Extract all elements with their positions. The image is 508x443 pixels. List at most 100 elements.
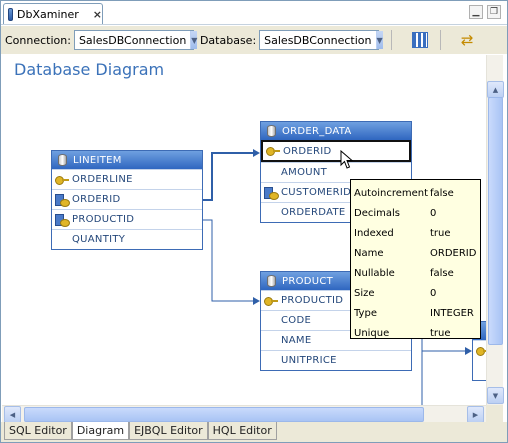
- horizontal-scrollbar[interactable]: ◀ ▶: [2, 405, 486, 423]
- view-tab-title: DbXaminer: [17, 7, 79, 21]
- tooltip-key: Nullable: [354, 267, 395, 279]
- database-select-value: SalesDBConnection: [264, 33, 372, 47]
- foreign-key-icon: [264, 186, 279, 200]
- restore-button[interactable]: ❐: [487, 5, 501, 19]
- field-label: CUSTOMERID: [281, 187, 352, 198]
- field-row[interactable]: QUANTITY: [52, 229, 202, 249]
- field-label: PRODUCTID: [281, 295, 344, 306]
- primary-key-icon: [55, 175, 69, 185]
- field-label: ORDERLINE: [72, 174, 133, 185]
- chevron-down-icon[interactable]: ▼: [190, 31, 198, 49]
- scroll-up-icon[interactable]: ▲: [487, 81, 504, 98]
- table-icon: [58, 154, 67, 166]
- field-properties-tooltip: Autoincrement false Decimals 0 Indexed true…: [350, 179, 481, 339]
- tab-ejbql-editor[interactable]: EJBQL Editor: [129, 422, 208, 440]
- tooltip-row: Name ORDERID: [354, 243, 480, 263]
- entity-name: ORDER_DATA: [282, 125, 352, 137]
- tooltip-value: INTEGER: [430, 307, 474, 319]
- table-icon: [267, 275, 276, 287]
- database-select[interactable]: SalesDBConnection ▼: [259, 30, 383, 50]
- tooltip-value: true: [430, 327, 451, 339]
- connection-select-value: SalesDBConnection: [78, 33, 187, 47]
- chevron-down-icon[interactable]: ▼: [375, 31, 383, 49]
- tooltip-value: 0: [430, 287, 437, 299]
- diagram-canvas[interactable]: Database Diagram LINEITEM ORDERLINE ORDE…: [2, 55, 486, 405]
- window-controls: ▁ ❐: [469, 5, 501, 19]
- field-label: QUANTITY: [72, 234, 126, 245]
- field-row[interactable]: UNITPRICE: [261, 350, 411, 370]
- arrowhead-icon: [253, 149, 260, 157]
- tab-sql-editor[interactable]: SQL Editor: [4, 422, 72, 440]
- entity-header: LINEITEM: [52, 151, 202, 169]
- tooltip-key: Unique: [354, 327, 390, 339]
- swap-arrows-icon[interactable]: ⇄: [459, 32, 475, 48]
- database-label: Database:: [199, 33, 257, 47]
- dbxaminer-app-icon: [8, 7, 14, 21]
- tooltip-value: true: [430, 227, 451, 239]
- tooltip-key: Indexed: [354, 227, 394, 239]
- entity-name: LINEITEM: [73, 154, 122, 166]
- primary-key-icon: [476, 346, 486, 356]
- scroll-right-icon[interactable]: ▶: [467, 406, 484, 423]
- scroll-left-icon[interactable]: ◀: [4, 406, 21, 423]
- tooltip-row: Autoincrement false: [354, 183, 480, 203]
- tooltip-row: Unique true: [354, 323, 480, 343]
- field-row[interactable]: PRODUCTID: [52, 209, 202, 229]
- scrollbar-corner: [486, 405, 503, 422]
- entity-name: PRODUCT: [282, 275, 334, 287]
- scroll-down-icon[interactable]: ▼: [487, 387, 504, 404]
- foreign-key-icon: [55, 213, 70, 227]
- vertical-scroll-thumb[interactable]: [488, 97, 503, 345]
- tab-hql-editor[interactable]: HQL Editor: [207, 422, 277, 440]
- field-row[interactable]: [473, 340, 486, 360]
- field-row[interactable]: ORDERLINE: [52, 169, 202, 189]
- minimize-button[interactable]: ▁: [469, 5, 483, 19]
- field-label: AMOUNT: [281, 167, 328, 178]
- relationship-line-orderid: [203, 152, 256, 201]
- arrowhead-icon: [465, 347, 472, 355]
- field-label: NAME: [281, 335, 312, 346]
- toolbar-separator: [440, 30, 442, 50]
- table-icon: [267, 125, 276, 137]
- field-label: ORDERID: [283, 145, 332, 157]
- tooltip-row: Nullable false: [354, 263, 480, 283]
- field-row-selected[interactable]: ORDERID: [261, 140, 411, 162]
- title-bar: DbXaminer × ▁ ❐: [1, 1, 507, 25]
- tooltip-row: Indexed true: [354, 223, 480, 243]
- horizontal-scroll-thumb[interactable]: [24, 407, 424, 422]
- tooltip-key: Type: [354, 307, 377, 319]
- toolbar: Connection: SalesDBConnection ▼ Database…: [1, 26, 507, 54]
- entity-header: ORDER_DATA: [261, 122, 411, 140]
- view-tab-dbxaminer[interactable]: DbXaminer ×: [3, 3, 103, 24]
- mouse-cursor-icon: [340, 150, 354, 169]
- tooltip-row: Size 0: [354, 283, 480, 303]
- entity-lineitem[interactable]: LINEITEM ORDERLINE ORDERID PRODUCTID QUA…: [51, 150, 203, 250]
- field-label: ORDERDATE: [281, 207, 346, 218]
- tooltip-value: false: [430, 267, 454, 279]
- tooltip-key: Size: [354, 287, 375, 299]
- close-icon[interactable]: ×: [93, 8, 102, 21]
- editor-tabs: SQL Editor Diagram EJBQL Editor HQL Edit…: [1, 422, 507, 442]
- field-row[interactable]: ORDERID: [52, 189, 202, 209]
- primary-key-icon: [266, 147, 280, 156]
- grid-layout-icon[interactable]: [412, 32, 429, 48]
- tab-diagram[interactable]: Diagram: [71, 422, 130, 440]
- tooltip-value: false: [430, 187, 454, 199]
- vertical-scrollbar[interactable]: ▲ ▼: [486, 55, 504, 405]
- arrowhead-icon: [253, 297, 260, 305]
- field-label: ORDERID: [72, 194, 121, 205]
- tooltip-key: Autoincrement: [354, 187, 429, 199]
- field-label: UNITPRICE: [281, 355, 337, 366]
- field-label: PRODUCTID: [72, 214, 135, 225]
- tooltip-row: Type INTEGER: [354, 303, 480, 323]
- primary-key-icon: [264, 296, 278, 306]
- foreign-key-icon: [55, 193, 70, 207]
- tooltip-value: 0: [430, 207, 437, 219]
- connection-label: Connection:: [5, 33, 71, 47]
- app-window: DbXaminer × ▁ ❐ Connection: SalesDBConne…: [0, 0, 508, 443]
- tooltip-key: Name: [354, 247, 384, 259]
- relationship-line-productid: [203, 219, 256, 302]
- tooltip-row: Decimals 0: [354, 203, 480, 223]
- tooltip-key: Decimals: [354, 207, 400, 219]
- connection-select[interactable]: SalesDBConnection ▼: [73, 30, 198, 50]
